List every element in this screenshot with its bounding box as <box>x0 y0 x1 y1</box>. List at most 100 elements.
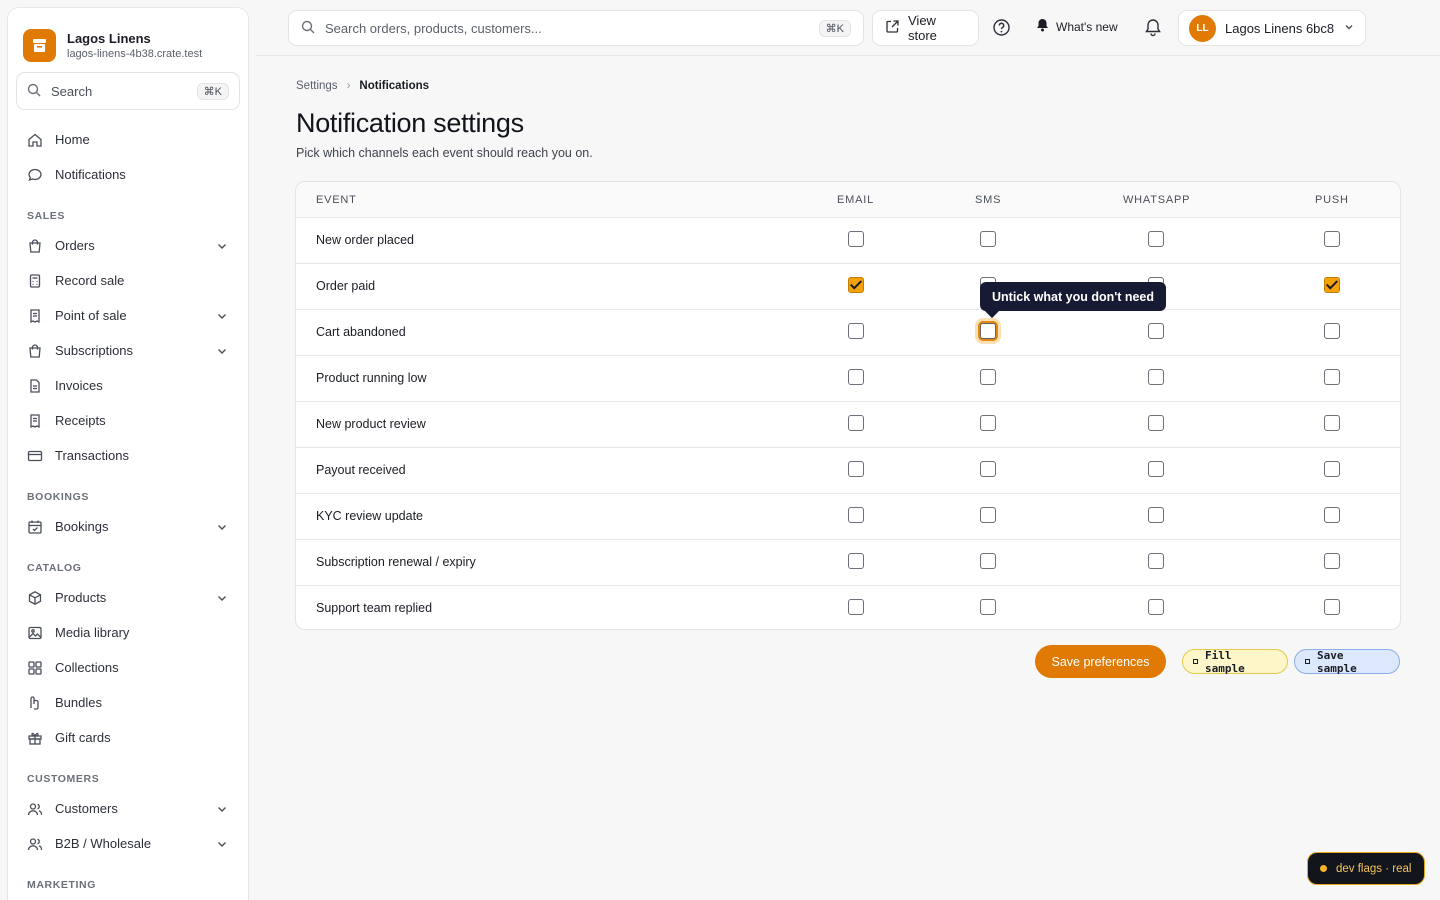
push-checkbox[interactable] <box>1324 323 1340 339</box>
email-checkbox[interactable] <box>848 231 864 247</box>
sms-checkbox[interactable] <box>980 369 996 385</box>
email-checkbox[interactable] <box>848 277 864 293</box>
table-row: Support team replied <box>296 586 1400 632</box>
sidebar-item-receipts[interactable]: Receipts <box>8 403 248 438</box>
save-sample-label: Save sample <box>1316 648 1357 675</box>
table-row: KYC review update <box>296 494 1400 540</box>
table-row: New product review <box>296 402 1400 448</box>
image-icon <box>27 625 43 641</box>
breadcrumb-settings[interactable]: Settings <box>296 80 338 92</box>
sidebar-item-bookings[interactable]: Bookings <box>8 509 248 544</box>
calculator-icon <box>27 273 43 289</box>
sidebar-item-bundles[interactable]: Bundles <box>8 685 248 720</box>
sidebar-item-collections[interactable]: Collections <box>8 650 248 685</box>
account-menu[interactable]: LL Lagos Linens 6bc8 <box>1178 10 1366 46</box>
grid-icon <box>27 660 43 676</box>
global-search-shortcut: ⌘K <box>818 19 851 37</box>
global-search-input[interactable]: Search orders, products, customers... ⌘K <box>288 10 864 46</box>
sidebar-search-shortcut: ⌘K <box>196 82 229 100</box>
sidebar-item-orders[interactable]: Orders <box>8 228 248 263</box>
column-header-push: PUSH <box>1315 194 1349 206</box>
view-store-label: View store <box>908 13 937 43</box>
table-row: Product running low <box>296 356 1400 402</box>
sms-checkbox[interactable] <box>980 231 996 247</box>
whatsapp-checkbox[interactable] <box>1148 599 1164 615</box>
whatsapp-checkbox[interactable] <box>1148 323 1164 339</box>
sidebar-item-transactions[interactable]: Transactions <box>8 438 248 473</box>
email-checkbox[interactable] <box>848 599 864 615</box>
email-checkbox[interactable] <box>848 553 864 569</box>
sidebar-section-bookings: BOOKINGS <box>27 491 89 503</box>
sidebar-item-label: Products <box>55 590 107 605</box>
whatsapp-checkbox[interactable] <box>1148 231 1164 247</box>
square-icon <box>1305 659 1310 664</box>
sms-checkbox[interactable] <box>980 461 996 477</box>
email-checkbox[interactable] <box>848 507 864 523</box>
sidebar-item-media-library[interactable]: Media library <box>8 615 248 650</box>
sms-checkbox[interactable] <box>980 323 996 339</box>
sidebar-item-b2b-wholesale[interactable]: B2B / Wholesale <box>8 826 248 861</box>
email-checkbox[interactable] <box>848 323 864 339</box>
bundle-icon <box>27 695 43 711</box>
whatsapp-checkbox[interactable] <box>1148 553 1164 569</box>
email-checkbox[interactable] <box>848 461 864 477</box>
sidebar-item-label: Orders <box>55 238 95 253</box>
sidebar-item-label: B2B / Wholesale <box>55 836 152 851</box>
event-label: Support team replied <box>316 601 433 615</box>
chevron-down-icon <box>215 309 229 323</box>
push-checkbox[interactable] <box>1324 461 1340 477</box>
sidebar-item-label: Customers <box>55 801 118 816</box>
email-checkbox[interactable] <box>848 369 864 385</box>
fill-sample-button[interactable]: Fill sample <box>1182 649 1288 675</box>
push-checkbox[interactable] <box>1324 277 1340 293</box>
whats-new-button[interactable]: What's new <box>1036 18 1118 35</box>
sidebar-item-gift-cards[interactable]: Gift cards <box>8 720 248 755</box>
sidebar-item-subscriptions[interactable]: Subscriptions <box>8 333 248 368</box>
table-row: Payout received <box>296 448 1400 494</box>
sms-checkbox[interactable] <box>980 599 996 615</box>
sms-checkbox[interactable] <box>980 507 996 523</box>
view-store-button[interactable]: View store <box>872 10 979 46</box>
push-checkbox[interactable] <box>1324 415 1340 431</box>
search-icon <box>27 83 41 100</box>
sms-checkbox[interactable] <box>980 415 996 431</box>
event-label: Payout received <box>316 463 406 477</box>
sidebar-item-label: Media library <box>55 625 130 640</box>
push-checkbox[interactable] <box>1324 507 1340 523</box>
sidebar-search[interactable]: Search ⌘K <box>16 72 240 110</box>
sidebar-section-catalog: CATALOG <box>27 562 82 574</box>
push-checkbox[interactable] <box>1324 599 1340 615</box>
sidebar-item-record-sale[interactable]: Record sale <box>8 263 248 298</box>
push-checkbox[interactable] <box>1324 553 1340 569</box>
whatsapp-checkbox[interactable] <box>1148 461 1164 477</box>
sidebar-item-notifications[interactable]: Notifications <box>8 157 248 192</box>
brand-domain: lagos-linens-4b38.crate.test <box>67 47 203 60</box>
tooltip: Untick what you don't need <box>980 282 1167 311</box>
whatsapp-checkbox[interactable] <box>1148 507 1164 523</box>
sidebar-item-customers[interactable]: Customers <box>8 791 248 826</box>
whatsapp-checkbox[interactable] <box>1148 369 1164 385</box>
save-sample-button[interactable]: Save sample <box>1294 648 1400 675</box>
sidebar-item-label: Notifications <box>55 167 126 182</box>
sidebar-item-point-of-sale[interactable]: Point of sale <box>8 298 248 333</box>
sidebar-item-invoices[interactable]: Invoices <box>8 368 248 403</box>
breadcrumb: Settings › Notifications <box>296 80 429 92</box>
save-preferences-button[interactable]: Save preferences <box>1035 645 1166 678</box>
receipt-icon <box>27 308 43 324</box>
sms-checkbox[interactable] <box>980 553 996 569</box>
brand[interactable]: Lagos Linens lagos-linens-4b38.crate.tes… <box>8 8 248 66</box>
push-checkbox[interactable] <box>1324 231 1340 247</box>
table-header: EVENT EMAIL SMS WHATSAPP PUSH <box>296 182 1400 218</box>
whatsapp-checkbox[interactable] <box>1148 415 1164 431</box>
chevron-down-icon <box>215 520 229 534</box>
sidebar-item-products[interactable]: Products <box>8 580 248 615</box>
help-icon[interactable] <box>992 18 1011 40</box>
push-checkbox[interactable] <box>1324 369 1340 385</box>
dev-flags-badge[interactable]: dev flags · real <box>1307 852 1425 885</box>
gift-icon <box>27 730 43 746</box>
email-checkbox[interactable] <box>848 415 864 431</box>
chevron-right-icon: › <box>346 80 351 92</box>
table-row: Cart abandoned <box>296 310 1400 356</box>
sidebar-item-home[interactable]: Home <box>8 122 248 157</box>
notifications-bell-icon[interactable] <box>1144 18 1162 40</box>
